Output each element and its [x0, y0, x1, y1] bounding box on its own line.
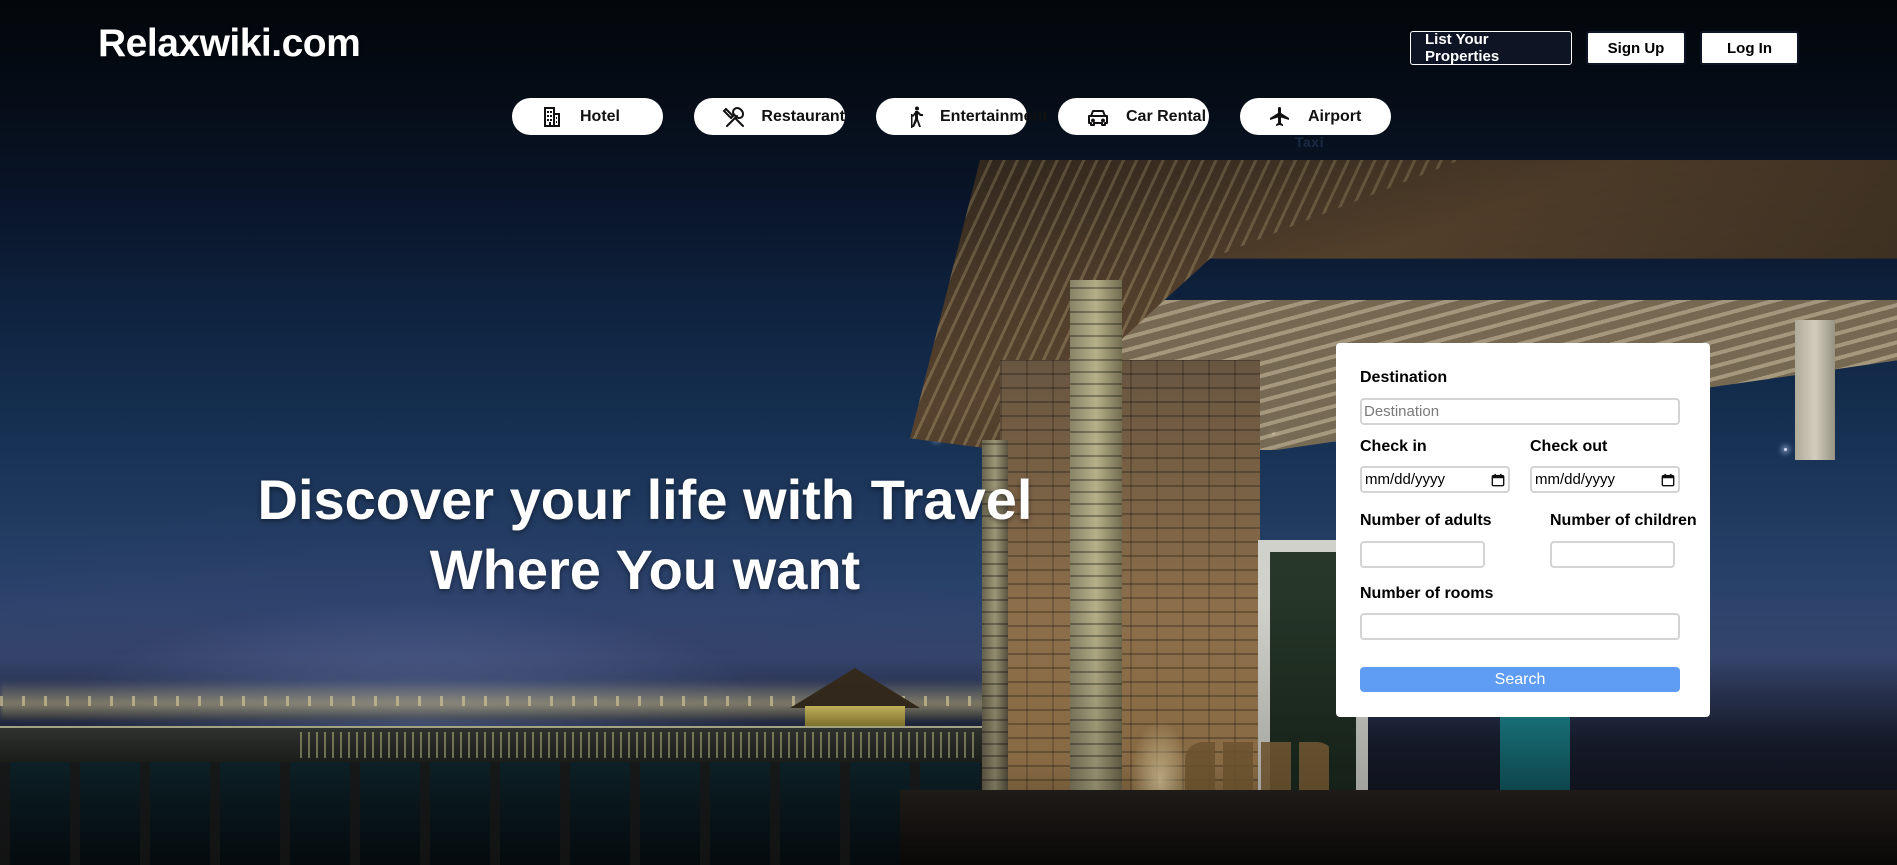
checkout-date-placeholder: mm/dd/yyyy [1535, 471, 1616, 488]
login-button[interactable]: Log In [1700, 31, 1799, 65]
hero-heading: Discover your life with Travel Where You… [230, 465, 1060, 605]
site-logo[interactable]: Relaxwiki.com [98, 22, 361, 66]
nav-sublabel: Taxi [1295, 134, 1324, 150]
hero-heading-line2: Where You want [429, 538, 861, 601]
calendar-icon[interactable] [1661, 473, 1675, 487]
nav-label: Restaurant [761, 107, 845, 125]
destination-input[interactable]: Destination [1360, 398, 1680, 425]
adults-input[interactable] [1360, 541, 1485, 568]
search-form-panel: Destination Destination Check in Check o… [1336, 343, 1710, 717]
nav-item-hotel[interactable]: Hotel [512, 98, 663, 135]
hero-heading-line1: Discover your life with Travel [257, 468, 1033, 531]
rooms-input[interactable] [1360, 613, 1680, 640]
nav-label: Car Rental [1126, 107, 1207, 125]
children-input[interactable] [1550, 541, 1675, 568]
search-button[interactable]: Search [1360, 667, 1680, 692]
category-nav: Hotel Restaurant Entertainment Car Renta… [512, 98, 1391, 150]
rooms-label: Number of rooms [1360, 585, 1494, 602]
nav-item-restaurant[interactable]: Restaurant [694, 98, 845, 135]
calendar-icon[interactable] [1491, 473, 1505, 487]
children-label: Number of children [1550, 512, 1697, 529]
car-icon [1086, 103, 1114, 131]
nav-label: Airport [1308, 107, 1362, 125]
header-actions: List Your Properties Sign Up Log In [1410, 31, 1799, 65]
checkin-date-input[interactable]: mm/dd/yyyy [1360, 466, 1510, 493]
plane-icon [1268, 103, 1296, 131]
nav-item-entertainment[interactable]: Entertainment [876, 98, 1048, 135]
building-icon [540, 103, 568, 131]
adults-label: Number of adults [1360, 512, 1492, 529]
utensils-icon [722, 103, 749, 131]
nav-label: Entertainment [940, 107, 1048, 125]
hiker-icon [904, 103, 928, 131]
checkout-date-input[interactable]: mm/dd/yyyy [1530, 466, 1680, 493]
checkin-label: Check in [1360, 438, 1427, 455]
destination-label: Destination [1360, 369, 1448, 386]
signup-button[interactable]: Sign Up [1586, 31, 1686, 65]
list-properties-button[interactable]: List Your Properties [1410, 31, 1572, 65]
nav-label: Hotel [580, 107, 620, 125]
checkout-label: Check out [1530, 438, 1608, 455]
checkin-date-placeholder: mm/dd/yyyy [1365, 471, 1446, 488]
nav-item-car-rental[interactable]: Car Rental [1058, 98, 1209, 135]
nav-item-airport-taxi[interactable]: Airport Taxi [1240, 98, 1391, 150]
